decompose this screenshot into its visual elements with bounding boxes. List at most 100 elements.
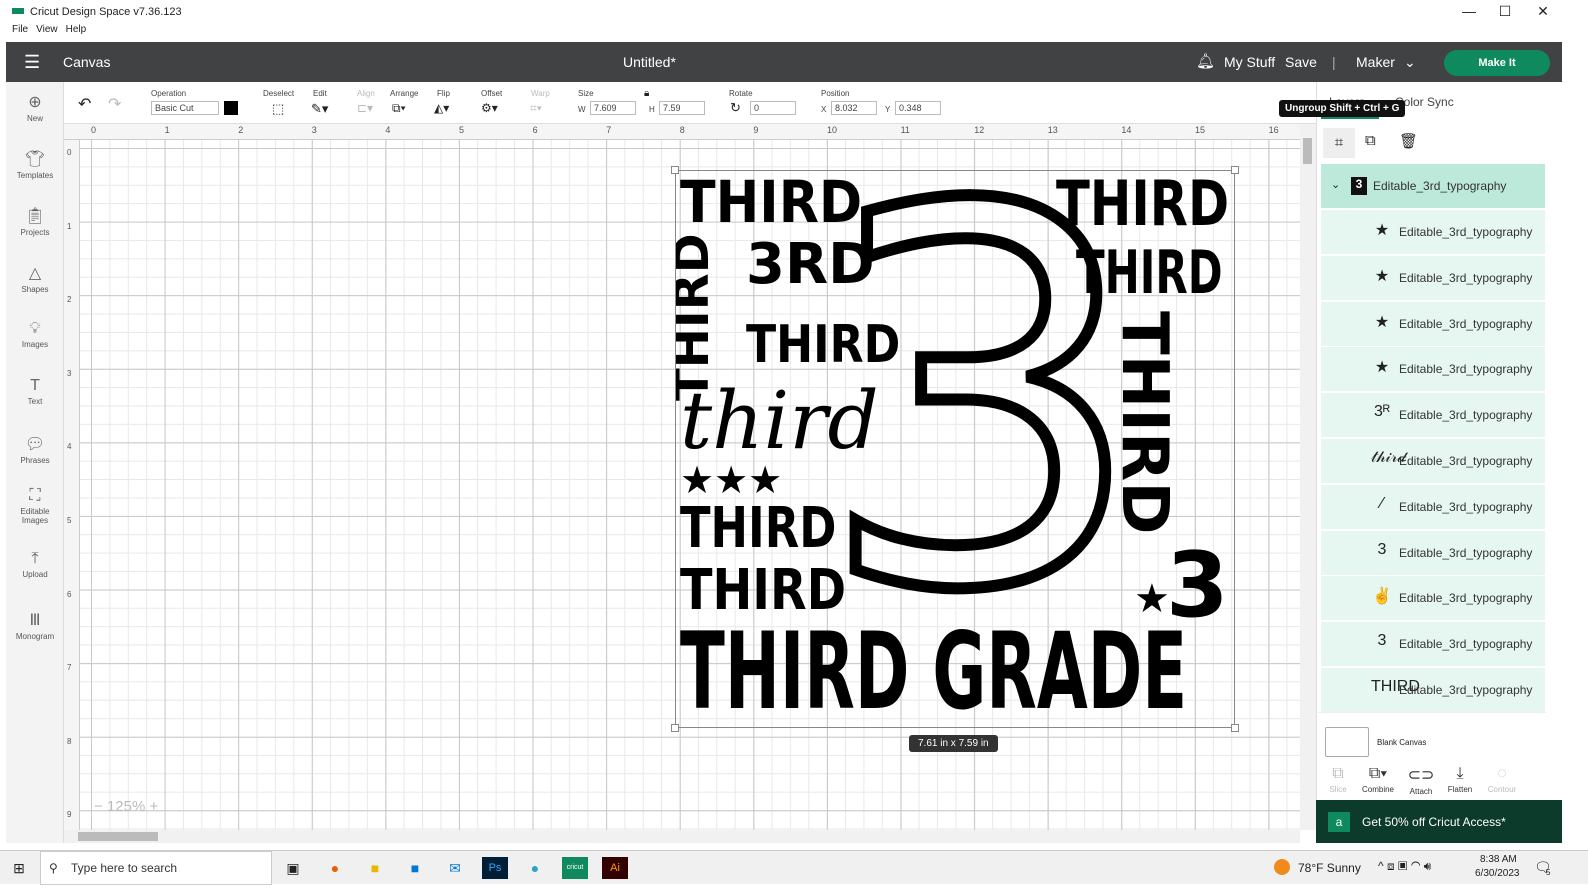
sidebar-item-editable-images[interactable]: ⛶ Editable Images	[6, 487, 64, 525]
operation-select[interactable]: Basic Cut	[151, 101, 219, 115]
resize-handle[interactable]	[671, 724, 679, 732]
menu-view[interactable]: View	[36, 24, 58, 35]
rotate-input[interactable]: 0	[750, 101, 796, 115]
layer-item[interactable]: ⁄ Editable_3rd_typography	[1321, 484, 1545, 529]
machine-select[interactable]: Maker	[1356, 54, 1395, 70]
pencil-icon[interactable]: ✎▾	[311, 101, 328, 117]
layer-item[interactable]: 3 Editable_3rd_typography	[1321, 530, 1545, 575]
my-stuff-link[interactable]: My Stuff	[1224, 54, 1275, 70]
sidebar-item-upload[interactable]: ⤒ Upload	[6, 550, 64, 579]
clock-date[interactable]: 6/30/2023	[1475, 868, 1520, 879]
zoom-out-button[interactable]: −	[94, 798, 103, 815]
warp-icon[interactable]: ⌗▾	[530, 101, 542, 116]
lock-icon[interactable]: 🔒︎	[644, 88, 649, 99]
windows-start-icon[interactable]: ⊞	[6, 857, 32, 879]
sidebar-item-new[interactable]: ⊕ New	[6, 92, 64, 123]
y-input[interactable]: 0.348	[895, 101, 941, 115]
layer-item[interactable]: ★ Editable_3rd_typography	[1321, 301, 1545, 346]
flatten-icon: ⤓	[1456, 765, 1464, 782]
attach-button[interactable]: ⊂⊃ Attach	[1401, 765, 1441, 796]
header-divider: |	[1332, 54, 1336, 70]
vertical-scrollbar[interactable]	[1300, 124, 1316, 830]
color-swatch[interactable]	[224, 101, 238, 115]
hamburger-menu-icon[interactable]: ☰	[24, 52, 40, 73]
file-explorer-icon[interactable]: ■	[362, 857, 388, 879]
redo-icon[interactable]: ↷	[108, 94, 121, 114]
horizontal-scrollbar[interactable]	[64, 830, 1300, 843]
app-logo-icon	[12, 8, 24, 14]
resize-handle[interactable]	[1231, 166, 1239, 174]
access-logo-icon: a	[1328, 812, 1350, 832]
sidebar-item-monogram[interactable]: Ⅲ Monogram	[6, 610, 64, 641]
menu-file[interactable]: File	[12, 24, 28, 35]
task-view-icon[interactable]: ▣	[280, 857, 306, 879]
resize-handle[interactable]	[1231, 724, 1239, 732]
taskbar-search[interactable]: ⚲ Type here to search	[40, 851, 272, 885]
system-tray-icons[interactable]: ^ ⧈ ▣ ◠ 🔊︎	[1378, 859, 1431, 874]
layer-item[interactable]: ★ Editable_3rd_typography	[1321, 347, 1545, 392]
contour-icon: ◌	[1497, 765, 1507, 782]
blank-canvas-swatch[interactable]	[1325, 727, 1369, 757]
minimize-button[interactable]: —	[1454, 3, 1484, 19]
ruler-tick-label: 12	[974, 125, 985, 135]
height-input[interactable]: 7.59	[659, 101, 705, 115]
sidebar-item-phrases[interactable]: 💬︎ Phrases	[6, 434, 64, 465]
sidebar-item-shapes[interactable]: △ Shapes	[6, 263, 64, 294]
design-word: ★★★	[680, 458, 783, 502]
combine-button[interactable]: ⧉▾ Combine	[1358, 765, 1398, 794]
duplicate-icon[interactable]: ⧉	[1365, 132, 1376, 149]
promo-text: Get 50% off Cricut Access*	[1362, 815, 1506, 829]
mail-icon[interactable]: ✉	[442, 857, 468, 879]
save-button[interactable]: Save	[1285, 54, 1317, 70]
ungroup-icon[interactable]: ⌗	[1323, 128, 1355, 158]
cricut-access-promo[interactable]: a Get 50% off Cricut Access*	[1316, 800, 1562, 843]
firefox-icon[interactable]: ●	[322, 857, 348, 879]
cricut-icon[interactable]: cricut	[562, 857, 588, 879]
weather-text[interactable]: 78°F Sunny	[1298, 861, 1361, 875]
layer-item[interactable]: 3ᴿ Editable_3rd_typography	[1321, 393, 1545, 438]
layer-thumbnail-icon: 3	[1377, 632, 1387, 650]
close-button[interactable]: ✕	[1528, 3, 1558, 20]
sidebar-item-templates[interactable]: 👕︎ Templates	[6, 149, 64, 180]
slice-button[interactable]: ⧉ Slice	[1318, 765, 1358, 794]
width-input[interactable]: 7.609	[590, 101, 636, 115]
flip-icon[interactable]: ◭▾	[434, 101, 449, 115]
sidebar-item-images[interactable]: 💡︎ Images	[6, 320, 64, 349]
undo-icon[interactable]: ↶	[78, 94, 91, 114]
vertical-ruler: 0 1 2 3 4 5 6 7 8 9	[64, 140, 80, 830]
bell-icon[interactable]: 🔔︎	[1196, 52, 1215, 70]
x-input[interactable]: 8.032	[831, 101, 877, 115]
trash-icon[interactable]: 🗑︎	[1399, 132, 1418, 150]
menu-help[interactable]: Help	[66, 24, 87, 35]
clock-time[interactable]: 8:38 AM	[1480, 854, 1517, 865]
resize-handle[interactable]	[671, 166, 679, 174]
make-it-button[interactable]: Make It	[1444, 50, 1550, 76]
flatten-button[interactable]: ⤓ Flatten	[1440, 765, 1480, 794]
layer-group[interactable]: ⌄ 3 Editable_3rd_typography	[1321, 164, 1545, 208]
chevron-down-icon[interactable]: ⌄	[1404, 54, 1416, 71]
illustrator-icon[interactable]: Ai	[602, 857, 628, 879]
chevron-down-icon[interactable]: ⌄	[1331, 178, 1340, 191]
deselect-icon[interactable]: ⬚	[272, 101, 284, 117]
photoshop-icon[interactable]: Ps	[482, 857, 508, 879]
layer-item[interactable]: ★ Editable_3rd_typography	[1321, 255, 1545, 300]
store-icon[interactable]: ■	[402, 857, 428, 879]
layer-item[interactable]: 3 Editable_3rd_typography	[1321, 622, 1545, 667]
app-icon[interactable]: ●	[522, 857, 548, 879]
layer-item[interactable]: ★ Editable_3rd_typography	[1321, 210, 1545, 254]
sidebar-item-projects[interactable]: 📋︎ Projects	[6, 206, 64, 237]
arrange-icon[interactable]: ⧉▾	[392, 101, 406, 116]
align-icon[interactable]: ⊏▾	[357, 101, 373, 115]
selected-design[interactable]: THIRD 3RD THIRD third ★★★ THIRD THIRD TH…	[675, 170, 1235, 728]
sidebar-item-text[interactable]: T Text	[6, 377, 64, 406]
offset-icon[interactable]: ⚙▾	[481, 101, 498, 115]
blank-canvas-row[interactable]: Blank Canvas	[1318, 712, 1546, 757]
contour-button[interactable]: ◌ Contour	[1482, 765, 1522, 794]
layer-item[interactable]: ✌ Editable_3rd_typography	[1321, 576, 1545, 621]
maximize-button[interactable]: ☐	[1490, 3, 1520, 20]
layer-item[interactable]: 𝓉𝒽𝒾𝓇𝒹 Editable_3rd_typography	[1321, 439, 1545, 483]
zoom-in-button[interactable]: +	[149, 798, 158, 815]
layer-item[interactable]: THIRD Editable_3rd_typography	[1321, 668, 1545, 712]
align-label: Align	[357, 89, 375, 98]
flip-label: Flip	[437, 89, 450, 98]
